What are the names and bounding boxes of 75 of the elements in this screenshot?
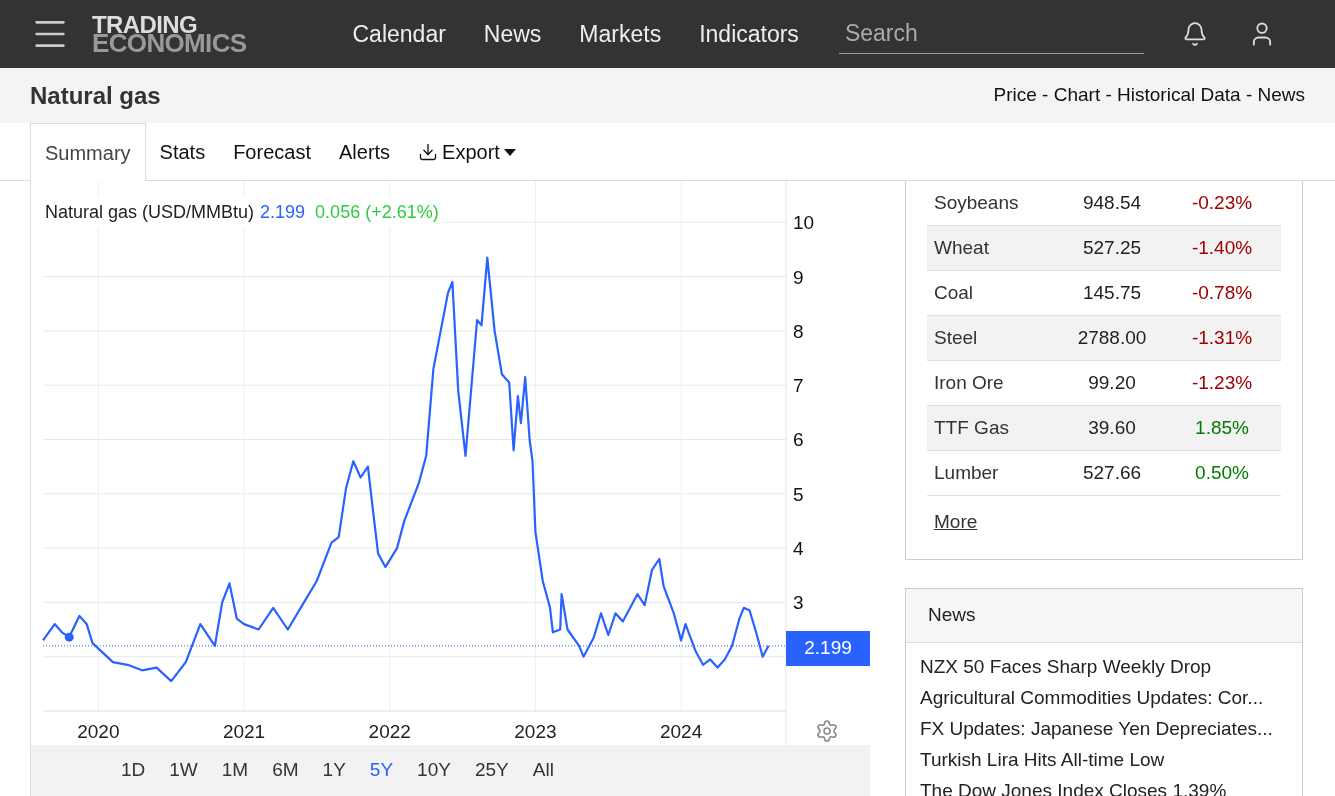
chart-title: Natural gas (USD/MMBtu) (45, 201, 255, 224)
headline-link[interactable]: The Dow Jones Index Closes 1.39% (920, 774, 1302, 796)
caret-icon (503, 148, 516, 156)
section-links[interactable]: Price - Chart - Historical Data - News (993, 81, 1305, 110)
x-axis-label: 2022 (368, 721, 411, 742)
range-button[interactable]: 1M (209, 756, 261, 785)
price-change: 0.056 (+2.61%) (315, 201, 439, 224)
y-axis-label: 10 (793, 212, 815, 234)
tab[interactable]: Summary (30, 123, 146, 181)
x-axis-label: 2024 (659, 721, 703, 742)
page-title: Natural gas (30, 80, 161, 111)
notification-bell-icon[interactable] (1181, 21, 1208, 47)
x-axis-label: 2021 (222, 721, 266, 742)
commodity-row[interactable]: Wheat 527.25 -1.40% (927, 226, 1281, 271)
range-button[interactable]: 6M (260, 756, 311, 785)
nav-link[interactable]: Calendar (352, 16, 446, 52)
commodity-price: 39.60 (1087, 415, 1137, 440)
range-button[interactable]: 1Y (310, 756, 358, 785)
commodity-price: 2788.00 (1076, 325, 1148, 350)
commodity-change: -0.78% (1190, 280, 1254, 305)
commodity-change: -1.31% (1190, 325, 1254, 350)
logo[interactable]: TRADING ECONOMICS (92, 15, 247, 53)
range-button[interactable]: All (520, 756, 566, 785)
headline-link[interactable]: NZX 50 Faces Sharp Weekly Drop (920, 650, 1302, 682)
headline-link[interactable]: Turkish Lira Hits All-time Low (920, 743, 1302, 775)
range-button[interactable]: 25Y (462, 756, 521, 785)
range-button[interactable]: 1W (157, 756, 210, 785)
commodity-price: 99.20 (1087, 370, 1137, 395)
tab[interactable]: Alerts (324, 123, 405, 181)
y-axis-label: 9 (793, 266, 804, 288)
tab[interactable]: Export (404, 123, 530, 181)
y-axis-label: 6 (793, 429, 804, 451)
commodity-change: -1.40% (1190, 235, 1254, 260)
range-button[interactable]: 5Y (357, 756, 406, 785)
more-link[interactable]: More (927, 508, 1281, 537)
commodity-name: Soybeans (933, 190, 1020, 215)
headline-link[interactable]: Agricultural Commodities Updates: Cor... (920, 681, 1302, 713)
last-price-label: 2.199 (786, 630, 870, 666)
commodity-name: TTF Gas (933, 415, 1010, 440)
y-axis-label: 8 (793, 320, 804, 342)
search-field[interactable]: Search (838, 14, 1144, 54)
nav-link[interactable]: Indicators (699, 16, 799, 52)
tab[interactable]: Stats (145, 123, 220, 181)
commodity-price: 527.25 (1081, 235, 1143, 260)
commodity-change: 1.85% (1194, 415, 1250, 440)
nav-link[interactable]: News (483, 16, 542, 52)
commodity-name: Coal (933, 280, 975, 305)
commodity-name: Iron Ore (933, 370, 1005, 395)
x-axis-label: 2020 (77, 721, 120, 742)
commodity-change: -0.23% (1190, 190, 1254, 215)
y-axis-label: 7 (793, 375, 804, 397)
price-value: 2.199 (260, 201, 306, 224)
x-axis-label: 2023 (514, 721, 557, 742)
tab[interactable]: Forecast (219, 123, 325, 181)
commodity-row[interactable]: Steel 2788.00 -1.31% (927, 316, 1281, 361)
range-button[interactable]: 1D (109, 756, 158, 785)
commodity-name: Wheat (933, 235, 990, 260)
range-button[interactable]: 10Y (405, 756, 463, 785)
commodity-change: -1.23% (1190, 370, 1254, 395)
download-icon (418, 142, 439, 162)
settings-icon[interactable] (815, 719, 839, 743)
y-axis-label: 5 (793, 483, 804, 505)
y-axis-label: 4 (793, 538, 804, 560)
commodity-price: 948.54 (1081, 190, 1143, 215)
commodity-name: Steel (933, 325, 979, 350)
headline-link[interactable]: FX Updates: Japanese Yen Depreciates... (920, 712, 1302, 744)
nav-link[interactable]: Markets (579, 16, 662, 52)
y-axis-label: 3 (793, 592, 804, 614)
data-point-marker (64, 632, 74, 642)
news-title: News (928, 602, 976, 627)
commodity-change: 0.50% (1194, 460, 1250, 485)
commodity-row[interactable]: TTF Gas 39.60 1.85% (927, 406, 1281, 451)
commodity-price: 145.75 (1081, 280, 1143, 305)
commodity-price: 527.66 (1081, 460, 1143, 485)
commodity-name: Lumber (933, 460, 1000, 485)
